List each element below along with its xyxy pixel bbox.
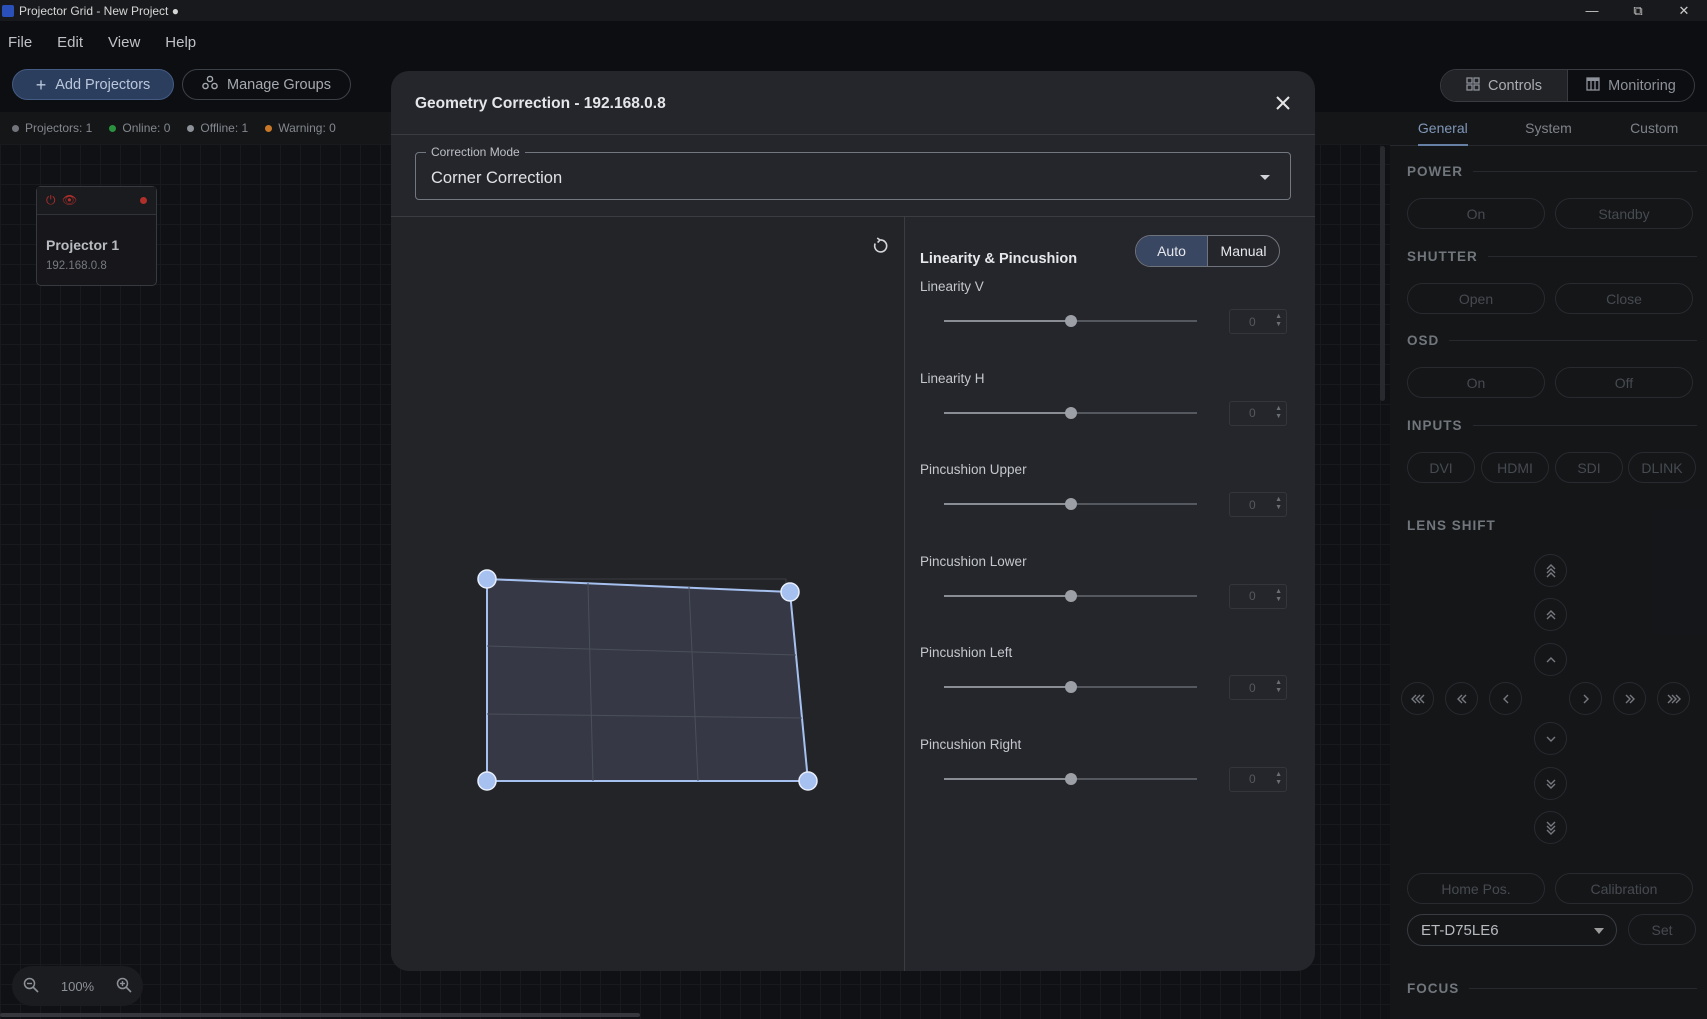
slider-track[interactable] xyxy=(944,589,1197,602)
slider-value: 0 xyxy=(1249,772,1256,786)
slider-row: Pincushion Left 0 ▲ ▼ xyxy=(905,645,1315,735)
slider-label: Linearity H xyxy=(920,370,985,386)
chevron-down-icon xyxy=(1260,175,1270,180)
spinner-arrows-icon[interactable]: ▲ ▼ xyxy=(1275,679,1282,695)
slider-fill xyxy=(944,503,1071,505)
slider-thumb[interactable] xyxy=(1064,589,1077,602)
warp-grid xyxy=(477,569,818,791)
close-icon[interactable] xyxy=(1269,89,1297,117)
corner-handle-top-left[interactable] xyxy=(477,569,497,589)
slider-label: Pincushion Right xyxy=(920,736,1022,752)
slider-fill xyxy=(944,320,1071,322)
slider-label: Pincushion Lower xyxy=(920,553,1027,569)
slider-row: Pincushion Upper 0 ▲ ▼ xyxy=(905,462,1315,552)
slider-track[interactable] xyxy=(944,498,1197,510)
slider-value: 0 xyxy=(1249,589,1256,603)
geometry-correction-dialog: Geometry Correction - 192.168.0.8 Correc… xyxy=(391,71,1315,971)
slider-row: Linearity H 0 ▲ ▼ xyxy=(905,371,1315,461)
slider-label: Pincushion Upper xyxy=(920,462,1027,477)
spinner-arrows-icon[interactable]: ▲ ▼ xyxy=(1275,588,1282,604)
linearity-panel-title: Linearity & Pincushion xyxy=(920,251,1078,267)
slider-value-input[interactable]: 0 ▲ ▼ xyxy=(1229,309,1287,334)
corner-handle-top-right[interactable] xyxy=(780,582,800,602)
spinner-arrows-icon[interactable]: ▲ ▼ xyxy=(1275,496,1282,512)
slider-value-input[interactable]: 0 ▲ ▼ xyxy=(1229,675,1287,700)
correction-mode-value: Corner Correction xyxy=(431,169,563,187)
slider-label: Pincushion Left xyxy=(920,645,1013,660)
slider-thumb[interactable] xyxy=(1064,315,1077,327)
dialog-title: Geometry Correction - 192.168.0.8 xyxy=(415,95,666,112)
linearity-panel: Linearity & Pincushion Auto Manual Linea… xyxy=(905,217,1315,971)
slider-label: Linearity V xyxy=(920,279,984,294)
slider-value: 0 xyxy=(1249,314,1256,329)
slider-fill xyxy=(944,594,1071,597)
slider-thumb[interactable] xyxy=(1064,498,1077,510)
slider-value-input[interactable]: 0 ▲ ▼ xyxy=(1229,583,1287,609)
slider-thumb[interactable] xyxy=(1064,406,1077,419)
slider-value-input[interactable]: 0 ▲ ▼ xyxy=(1229,492,1287,517)
spinner-arrows-icon[interactable]: ▲ ▼ xyxy=(1275,771,1282,787)
slider-thumb[interactable] xyxy=(1064,772,1077,785)
auto-button[interactable]: Auto xyxy=(1136,236,1208,266)
slider-fill xyxy=(944,686,1071,688)
manual-button[interactable]: Manual xyxy=(1208,236,1279,266)
slider-track[interactable] xyxy=(944,772,1197,785)
slider-fill xyxy=(944,411,1071,414)
slider-value-input[interactable]: 0 ▲ ▼ xyxy=(1229,766,1287,792)
app-window: Projector Grid - New Project ● — ⧉ ✕ Fil… xyxy=(0,0,1707,1019)
corner-handle-bottom-left[interactable] xyxy=(477,771,497,791)
spinner-arrows-icon[interactable]: ▲ ▼ xyxy=(1275,313,1282,329)
slider-value: 0 xyxy=(1249,406,1256,420)
corner-handle-bottom-right[interactable] xyxy=(798,771,818,791)
auto-manual-toggle: Auto Manual xyxy=(1135,235,1280,267)
slider-value: 0 xyxy=(1249,680,1256,695)
slider-thumb[interactable] xyxy=(1064,681,1077,693)
correction-mode-select[interactable]: Correction Mode Corner Correction xyxy=(415,145,1291,200)
slider-value-input[interactable]: 0 ▲ ▼ xyxy=(1229,400,1287,426)
slider-row: Linearity V 0 ▲ ▼ xyxy=(905,279,1315,369)
slider-row: Pincushion Lower 0 ▲ ▼ xyxy=(905,554,1315,644)
correction-mode-label: Correction Mode xyxy=(426,145,525,159)
slider-value: 0 xyxy=(1249,497,1256,512)
slider-track[interactable] xyxy=(944,681,1197,693)
spinner-arrows-icon[interactable]: ▲ ▼ xyxy=(1275,405,1282,421)
warp-canvas[interactable] xyxy=(391,217,904,971)
slider-track[interactable] xyxy=(944,406,1197,419)
slider-track[interactable] xyxy=(944,315,1197,327)
warped-quad xyxy=(486,577,810,782)
slider-row: Pincushion Right 0 ▲ ▼ xyxy=(905,737,1315,827)
slider-fill xyxy=(944,777,1071,780)
dialog-header: Geometry Correction - 192.168.0.8 xyxy=(391,71,1315,135)
